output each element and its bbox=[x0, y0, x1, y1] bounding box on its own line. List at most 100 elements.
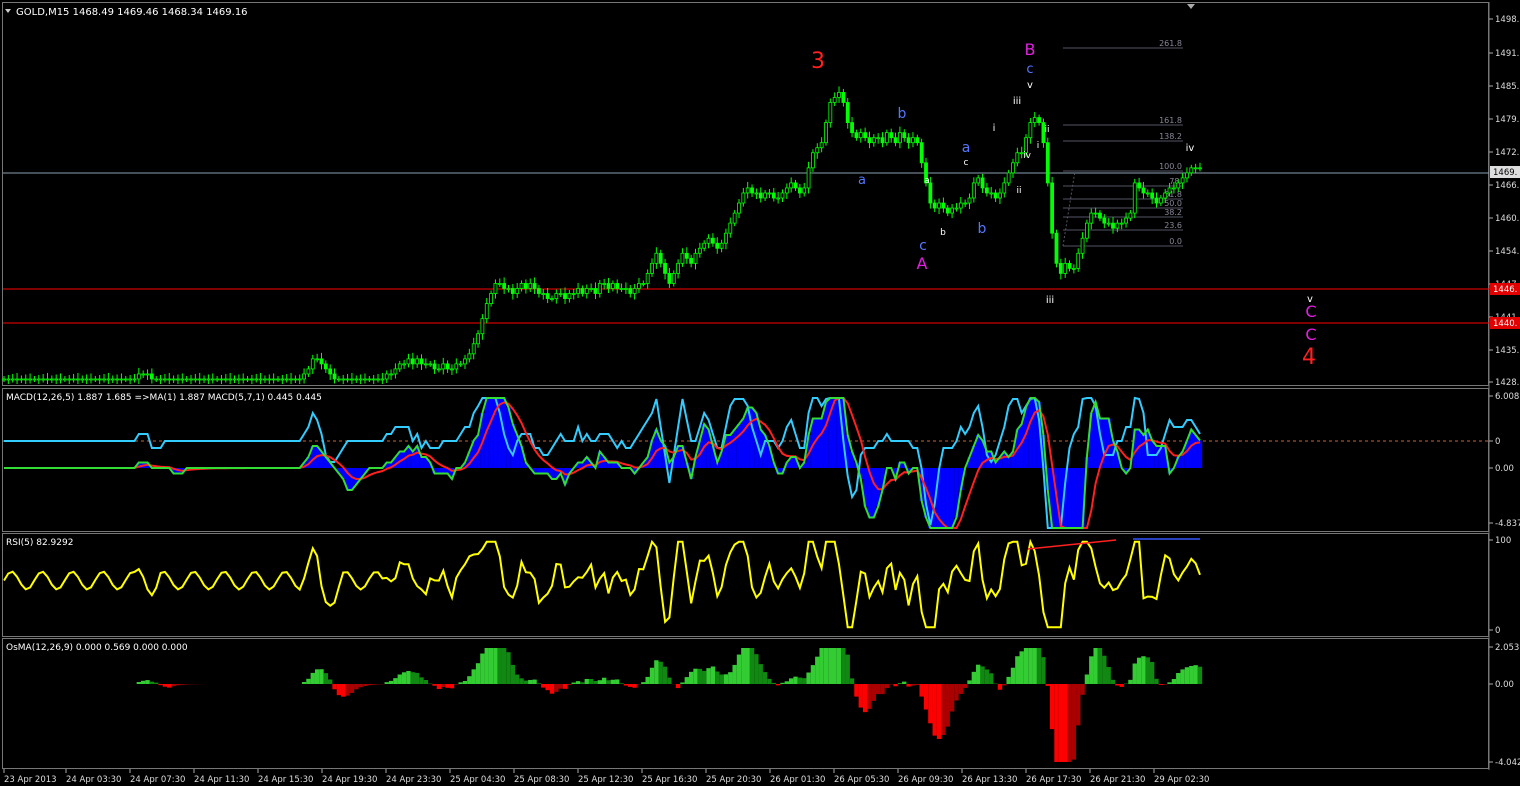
candle-body bbox=[71, 378, 76, 381]
wave-label-iii_bottom: iii bbox=[1046, 295, 1054, 306]
candle-body bbox=[232, 378, 237, 381]
candle-body bbox=[467, 353, 472, 360]
candle-body bbox=[663, 262, 667, 274]
wave-labels: 3 Bcviiii iiiiviiabacab bcAiiiivvCC4 bbox=[811, 40, 1317, 370]
candle-body bbox=[1145, 192, 1150, 195]
rsi-divergence-trendline[interactable] bbox=[1027, 539, 1117, 550]
candle-body bbox=[145, 373, 150, 376]
price-tick-label: 1491. bbox=[1495, 49, 1519, 59]
candle-body bbox=[528, 283, 533, 289]
candle-body bbox=[1045, 142, 1050, 184]
candle-body bbox=[850, 122, 854, 134]
candle-body bbox=[432, 363, 437, 370]
candle-body bbox=[202, 378, 206, 381]
time-tick-label: 24 Apr 07:30 bbox=[130, 775, 185, 785]
candle-body bbox=[28, 378, 32, 381]
candle-body bbox=[884, 132, 889, 144]
candle-body bbox=[771, 192, 776, 199]
candle-body bbox=[36, 378, 41, 381]
candle-body bbox=[980, 177, 985, 189]
candle-body bbox=[1106, 222, 1111, 225]
candle-body bbox=[515, 288, 520, 294]
candle-body bbox=[654, 252, 659, 264]
main-panel[interactable] bbox=[2, 2, 1489, 386]
time-tick-label: 26 Apr 01:30 bbox=[770, 775, 825, 785]
macd-header-text: MACD(12,26,5) 1.887 1.685 =>MA(1) 1.887 … bbox=[6, 393, 322, 403]
candle-body bbox=[819, 142, 824, 149]
candle-body bbox=[919, 142, 924, 164]
candle-body bbox=[624, 288, 628, 290]
candle-body bbox=[54, 378, 59, 381]
candle-body bbox=[915, 137, 920, 144]
candle-body bbox=[236, 378, 241, 381]
fib-level-label: 161.8 bbox=[1159, 116, 1182, 125]
time-tick-label: 23 Apr 2013 bbox=[4, 775, 57, 785]
candle-body bbox=[471, 343, 476, 355]
candle-body bbox=[58, 378, 63, 381]
candle-body bbox=[393, 368, 398, 375]
candle-body bbox=[1050, 182, 1055, 234]
candle-body bbox=[423, 363, 428, 366]
wave-label-c_top: c bbox=[1026, 62, 1033, 77]
candle-body bbox=[445, 363, 450, 370]
candle-body bbox=[871, 137, 876, 144]
rsi-tick-label: 0 bbox=[1495, 626, 1500, 636]
candle-body bbox=[793, 182, 798, 189]
candle-body bbox=[258, 378, 263, 381]
candle-body bbox=[863, 132, 868, 139]
osma-tick-label: -4.042 bbox=[1495, 758, 1520, 768]
candle-body bbox=[280, 378, 285, 381]
price-tick-label: 1485. bbox=[1495, 82, 1519, 92]
price-tick-label: 1498. bbox=[1495, 15, 1519, 25]
candle-body bbox=[693, 252, 698, 264]
candle-body bbox=[898, 132, 902, 144]
candle-body bbox=[619, 288, 624, 290]
candle-body bbox=[724, 232, 728, 244]
candle-body bbox=[741, 192, 746, 204]
time-tick-label: 26 Apr 09:30 bbox=[898, 775, 953, 785]
candle-body bbox=[593, 288, 598, 294]
candle-body bbox=[497, 283, 502, 285]
main-header-text: GOLD,M15 1468.49 1469.46 1468.34 1469.16 bbox=[16, 7, 248, 18]
candle-body bbox=[319, 358, 324, 365]
candle-body bbox=[315, 358, 320, 361]
candle-body bbox=[276, 378, 280, 381]
shift-marker-icon[interactable] bbox=[1187, 4, 1195, 9]
candle-body bbox=[115, 378, 119, 381]
candle-body bbox=[419, 358, 424, 365]
candle-body bbox=[76, 378, 80, 381]
time-tick-label: 25 Apr 16:30 bbox=[642, 775, 697, 785]
candle-body bbox=[1158, 197, 1163, 204]
candle-body bbox=[1089, 212, 1094, 224]
candle-body bbox=[780, 192, 785, 199]
candle-body bbox=[1189, 167, 1194, 174]
candle-body bbox=[945, 207, 950, 214]
candles bbox=[2, 86, 1202, 384]
candle-body bbox=[506, 288, 511, 290]
candle-body bbox=[402, 363, 407, 366]
fibonacci-levels[interactable]: 261.8161.8138.2100.078.61.850.038.223.60… bbox=[1062, 39, 1183, 247]
candle-body bbox=[1098, 212, 1102, 219]
wave-label-B: B bbox=[1025, 40, 1036, 59]
wave-label-C2: C bbox=[1305, 325, 1316, 344]
candle-body bbox=[610, 283, 615, 289]
candle-body bbox=[667, 273, 672, 284]
candle-body bbox=[950, 207, 955, 214]
macd-tick-label: 0 bbox=[1495, 437, 1500, 447]
candle-body bbox=[697, 247, 702, 254]
candle-body bbox=[223, 378, 228, 381]
trading-chart[interactable]: GOLD,M15 1468.49 1469.46 1468.34 1469.16… bbox=[0, 0, 1520, 786]
candle-body bbox=[263, 378, 267, 381]
candle-body bbox=[1111, 222, 1115, 229]
candle-body bbox=[767, 192, 772, 195]
candle-body bbox=[310, 358, 315, 370]
horizontal-lines[interactable]: 1469. 1446. 1440. bbox=[3, 166, 1520, 329]
dropdown-arrow-icon[interactable] bbox=[5, 9, 11, 13]
osma-tick-label: 0.00 bbox=[1495, 680, 1514, 690]
candle-body bbox=[154, 378, 159, 381]
macd-tick-label: -4.837 bbox=[1495, 519, 1520, 529]
candle-body bbox=[763, 192, 767, 199]
candle-body bbox=[80, 378, 85, 381]
candle-body bbox=[89, 378, 93, 381]
candle-body bbox=[1180, 177, 1185, 184]
